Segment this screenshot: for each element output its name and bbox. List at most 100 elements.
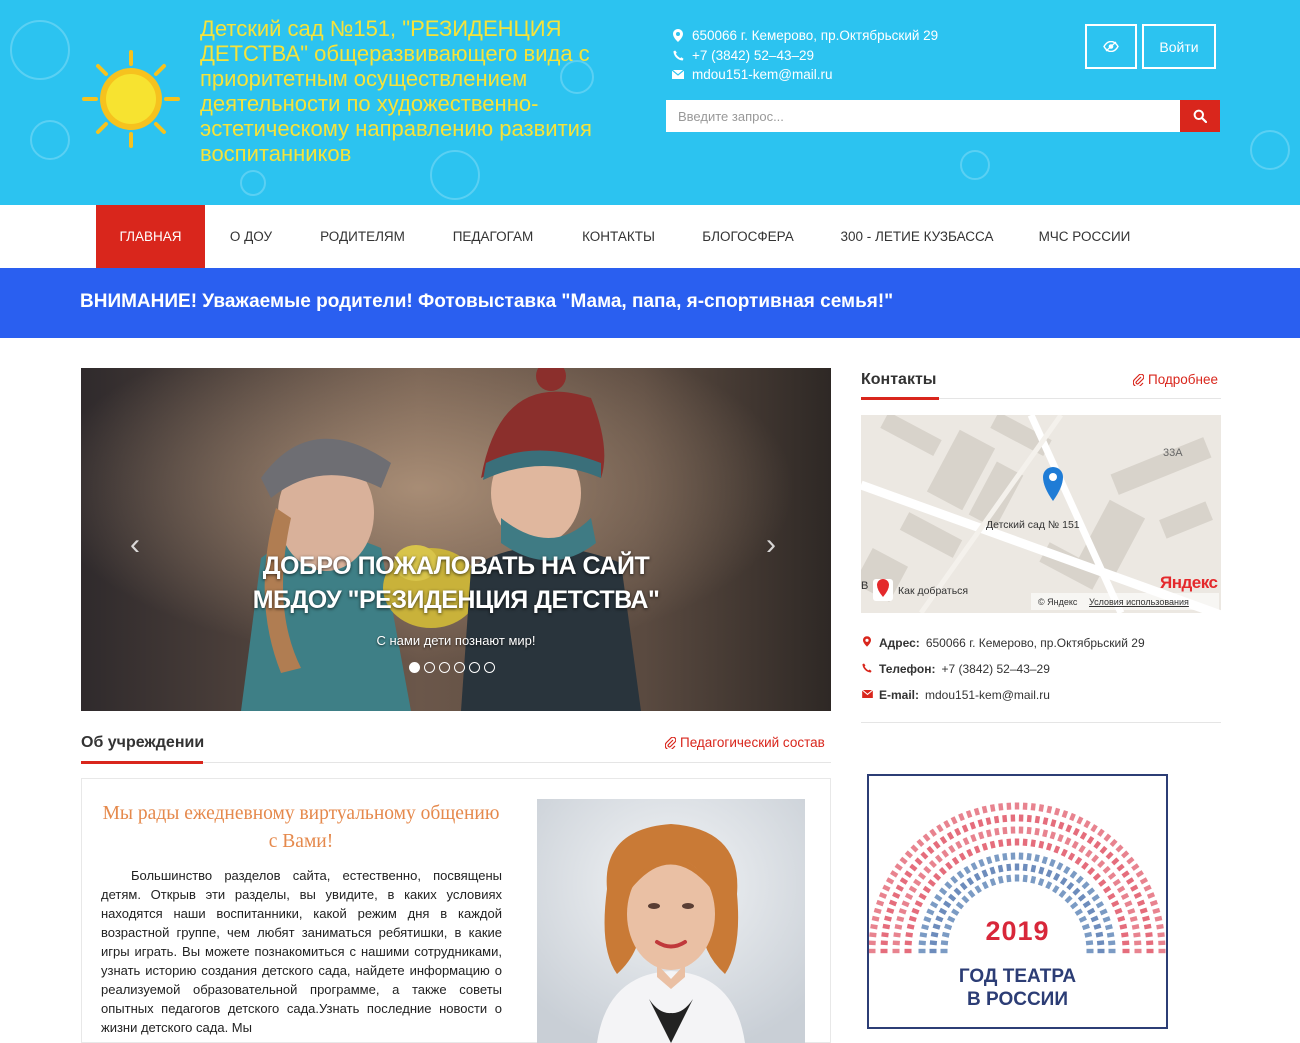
header-phone[interactable]: +7 (3842) 52–43–29 <box>692 46 814 66</box>
teaching-staff-link[interactable]: Педагогический состав <box>665 735 825 750</box>
slider-dot[interactable] <box>454 662 465 673</box>
slider-dot[interactable] <box>484 662 495 673</box>
theatre-seat <box>965 810 973 819</box>
notice-text[interactable]: ВНИМАНИЕ! Уважаемые родители! Фотовыстав… <box>80 291 893 313</box>
banner-caption: ГОД ТЕАТРА В РОССИИ <box>869 965 1166 1011</box>
nav-item-home[interactable]: Главная <box>96 205 205 268</box>
phone-value[interactable]: +7 (3842) 52–43–29 <box>941 662 1049 676</box>
theatre-seat <box>1127 908 1136 915</box>
theatre-seat <box>926 908 935 916</box>
slider-dot[interactable] <box>424 662 435 673</box>
theatre-seat <box>1107 872 1117 880</box>
nav-item-blogosphere[interactable]: Блогосфера <box>679 205 817 268</box>
theatre-seat <box>1034 827 1040 836</box>
nav-item-teachers[interactable]: Педагогам <box>428 205 558 268</box>
theatre-seat <box>985 817 992 825</box>
theatre-seat <box>950 816 958 825</box>
header-email[interactable]: mdou151-kem@mail.ru <box>692 65 833 85</box>
theatre-seat <box>920 851 929 860</box>
banner-year: 2019 <box>985 916 1050 946</box>
theatre-seat <box>940 948 948 954</box>
nav-item-parents[interactable]: Родителям <box>297 205 428 268</box>
portrait-photo <box>537 799 805 1043</box>
site-title[interactable]: Детский сад №151, "РЕЗИДЕНЦИЯ ДЕТСТВА" о… <box>200 16 640 166</box>
about-heading: Мы рады ежедневному виртуальному общению… <box>102 803 500 852</box>
accessibility-button[interactable] <box>1085 24 1137 69</box>
envelope-icon <box>861 689 873 701</box>
theatre-seat <box>1030 839 1036 847</box>
theatre-seat <box>1086 948 1094 954</box>
contacts-more-link[interactable]: Подробнее <box>1133 372 1218 387</box>
theatre-seat <box>1053 872 1061 882</box>
login-button[interactable]: Войти <box>1142 24 1216 69</box>
theatre-seat <box>1030 803 1036 811</box>
theatre-seat <box>1056 862 1064 871</box>
map-marker-icon <box>861 636 873 650</box>
theatre-seat <box>978 858 985 867</box>
slide-title-line1: ДОБРО ПОЖАЛОВАТЬ НА САЙТ <box>262 552 650 580</box>
theatre-seat <box>873 907 882 914</box>
theatre-seat <box>901 900 910 908</box>
theatre-seat <box>1034 815 1041 824</box>
sun-logo-icon[interactable] <box>82 50 180 148</box>
director-portrait <box>537 799 805 1043</box>
nav-item-kuzbass-300[interactable]: 300 - летие Кузбасса <box>817 205 1017 268</box>
theatre-seat <box>977 819 984 828</box>
theatre-seat <box>1066 881 1075 891</box>
theatre-seat <box>929 828 937 837</box>
theatre-seat <box>1076 816 1084 825</box>
header-address: 650066 г. Кемерово, пр.Октябрьский 29 <box>692 28 939 43</box>
theatre-seat <box>892 948 900 954</box>
year-of-theatre-banner[interactable]: 2019 ГОД ТЕАТРА В РОССИИ <box>867 774 1168 1029</box>
theatre-seat <box>1014 838 1020 846</box>
slider-dot[interactable] <box>439 662 450 673</box>
theatre-seat <box>1037 878 1045 887</box>
map-route-link[interactable]: Как добраться <box>898 585 968 597</box>
nav-item-mchs[interactable]: МЧС России <box>1017 205 1152 268</box>
yandex-logo[interactable]: Яндекс <box>1160 573 1218 593</box>
search-icon <box>1193 109 1207 123</box>
theatre-seat <box>1139 877 1149 885</box>
theatre-seat <box>1038 840 1045 849</box>
slider-dot[interactable] <box>409 662 420 673</box>
nav-item-contacts[interactable]: Контакты <box>558 205 679 268</box>
search-input[interactable] <box>666 100 1180 132</box>
theatre-seat <box>1010 852 1016 860</box>
banner-caption-line2: В РОССИИ <box>967 989 1068 1010</box>
theatre-seat <box>994 827 1000 836</box>
map-terms-link[interactable]: Условия использования <box>1089 597 1189 607</box>
theatre-seat <box>922 885 932 894</box>
slider-dot[interactable] <box>469 662 480 673</box>
image-slider[interactable]: ‹ › <box>81 368 831 711</box>
map-place-label[interactable]: Детский сад № 151 <box>986 519 1080 531</box>
theatre-seat <box>1038 866 1045 875</box>
theatre-seat <box>1053 845 1061 854</box>
theatre-seat <box>1121 870 1130 879</box>
theatre-seat <box>973 872 981 882</box>
theatre-seat <box>1146 892 1156 899</box>
yandex-map[interactable]: Детский сад № 151 33А В Как добраться Ян… <box>861 415 1221 613</box>
theatre-seat <box>1046 805 1053 814</box>
email-value[interactable]: mdou151-kem@mail.ru <box>925 688 1050 702</box>
theatre-seat <box>1086 887 1096 896</box>
theatre-seat <box>1081 881 1090 890</box>
contact-email-row: E-mail: mdou151-kem@mail.ru <box>861 688 1050 702</box>
theatre-seat <box>1072 887 1081 896</box>
theatre-seat <box>1102 865 1111 874</box>
theatre-seat <box>885 877 895 885</box>
theatre-seat <box>1069 812 1076 822</box>
theatre-seat <box>876 899 885 907</box>
theatre-seat <box>989 804 996 812</box>
theatre-seat <box>1097 859 1106 869</box>
nav-item-about[interactable]: О ДОУ <box>205 205 297 268</box>
theatre-seat <box>934 894 943 902</box>
contacts-more-label: Подробнее <box>1148 372 1219 387</box>
theatre-seat <box>1091 894 1100 902</box>
theatre-seat <box>1061 810 1069 819</box>
search-button[interactable] <box>1180 100 1220 132</box>
theatre-seat <box>922 833 931 842</box>
theatre-seat <box>894 863 903 871</box>
theatre-seat <box>969 821 977 830</box>
theatre-seat <box>1077 893 1087 902</box>
theatre-seat <box>1045 881 1053 890</box>
